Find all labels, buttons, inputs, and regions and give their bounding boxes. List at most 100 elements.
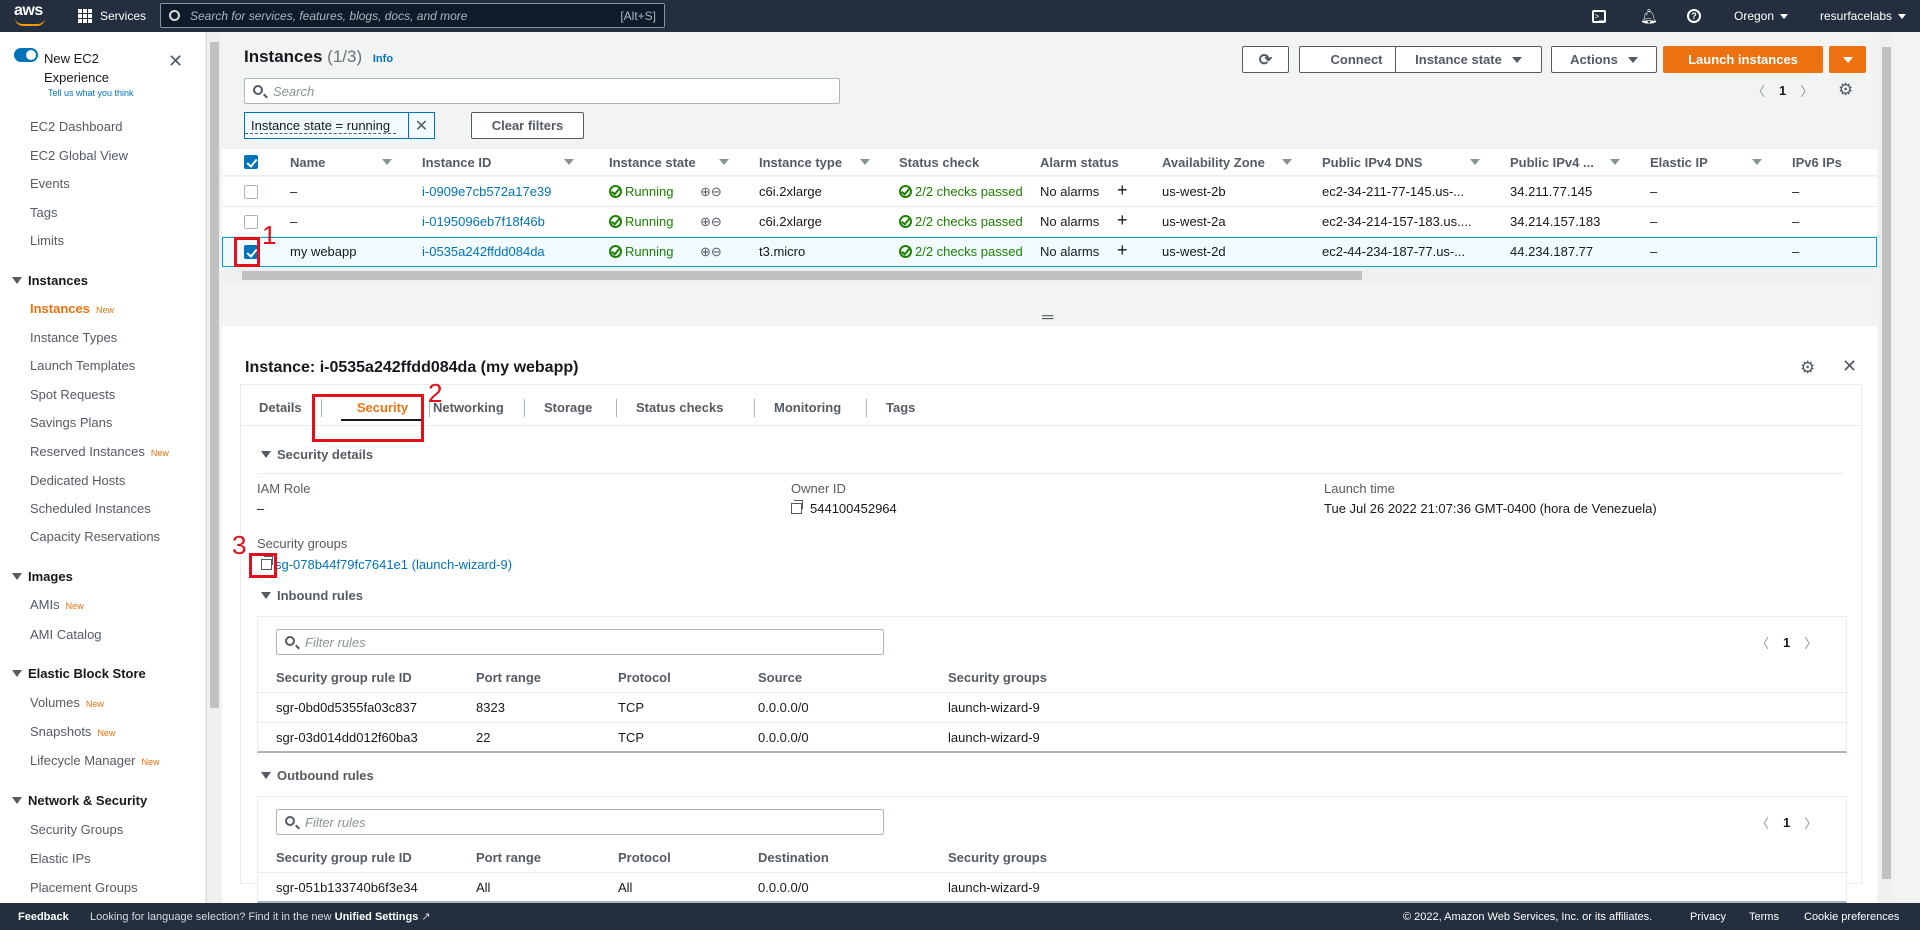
copy-icon[interactable] bbox=[791, 500, 803, 514]
chevron-right-icon[interactable]: 〉 bbox=[1800, 81, 1813, 100]
sort-icon[interactable] bbox=[1282, 159, 1292, 165]
close-icon[interactable]: ✕ bbox=[168, 52, 183, 70]
col-rule-id[interactable]: Security group rule ID bbox=[276, 670, 412, 685]
inbound-rules-section[interactable]: Inbound rules bbox=[261, 588, 363, 603]
help-icon[interactable]: ? bbox=[1687, 0, 1701, 32]
feedback-link[interactable]: Tell us what you think bbox=[48, 88, 134, 98]
account-menu[interactable]: resurfacelabs bbox=[1820, 0, 1907, 32]
instance-state-button[interactable]: Instance state bbox=[1395, 46, 1542, 73]
sort-icon[interactable] bbox=[564, 159, 574, 165]
row-checkbox[interactable] bbox=[244, 215, 258, 229]
col-name[interactable]: Name bbox=[290, 155, 325, 170]
sort-icon[interactable] bbox=[1610, 159, 1620, 165]
sidebar-item-ec2-global-view[interactable]: EC2 Global View bbox=[30, 148, 128, 163]
tab-networking[interactable]: Networking bbox=[433, 400, 504, 415]
table-horizontal-scrollbar[interactable] bbox=[222, 268, 1877, 283]
add-alarm-icon[interactable]: + bbox=[1117, 240, 1128, 261]
launch-dropdown-button[interactable] bbox=[1829, 46, 1866, 73]
col-public-dns[interactable]: Public IPv4 DNS bbox=[1322, 155, 1422, 170]
add-alarm-icon[interactable]: + bbox=[1117, 180, 1128, 201]
page-number[interactable]: 1 bbox=[1779, 83, 1786, 98]
outbound-filter-input[interactable]: Filter rules bbox=[276, 809, 884, 835]
col-instance-id[interactable]: Instance ID bbox=[422, 155, 491, 170]
sidebar-item-volumes[interactable]: Volumes New bbox=[30, 695, 104, 710]
bell-icon[interactable]: 🔔︎ bbox=[1640, 0, 1658, 32]
refresh-button[interactable]: ⟳ bbox=[1242, 46, 1289, 73]
outbound-rules-section[interactable]: Outbound rules bbox=[261, 768, 374, 783]
sidebar-section-ebs[interactable]: Elastic Block Store bbox=[12, 666, 146, 681]
filter-chip[interactable]: Instance state = running ✕ bbox=[244, 112, 435, 139]
chevron-left-icon[interactable]: 〈 bbox=[1756, 813, 1769, 832]
cookie-preferences-link[interactable]: Cookie preferences bbox=[1804, 911, 1899, 923]
sidebar-item-lifecycle-manager[interactable]: Lifecycle Manager New bbox=[30, 753, 160, 768]
sort-icon[interactable] bbox=[1752, 159, 1762, 165]
sidebar-item-ami-catalog[interactable]: AMI Catalog bbox=[30, 627, 102, 642]
col-port-range[interactable]: Port range bbox=[476, 850, 541, 865]
col-availability-zone[interactable]: Availability Zone bbox=[1162, 155, 1265, 170]
chevron-left-icon[interactable]: 〈 bbox=[1756, 633, 1769, 652]
tab-tags[interactable]: Tags bbox=[886, 400, 915, 415]
scrollbar-thumb[interactable] bbox=[1882, 47, 1891, 879]
col-security-groups[interactable]: Security groups bbox=[948, 850, 1047, 865]
drag-handle-icon[interactable]: ═ bbox=[1042, 310, 1053, 326]
table-row[interactable]: – i-0909e7cb572a17e39 Running ⊕⊖ c6i.2xl… bbox=[222, 177, 1877, 207]
sidebar-item-reserved-instances[interactable]: Reserved Instances New bbox=[30, 444, 169, 459]
aws-logo[interactable]: aws bbox=[14, 3, 50, 29]
col-source[interactable]: Source bbox=[758, 670, 802, 685]
instance-id-link[interactable]: i-0535a242ffdd084da bbox=[422, 244, 545, 259]
instance-id-link[interactable]: i-0195096eb7f18f46b bbox=[422, 214, 545, 229]
unified-settings-link[interactable]: Unified Settings bbox=[335, 911, 419, 923]
sidebar-item-tags[interactable]: Tags bbox=[30, 205, 57, 220]
sidebar-section-instances[interactable]: Instances bbox=[12, 273, 88, 288]
sidebar-item-capacity-reservations[interactable]: Capacity Reservations bbox=[30, 529, 160, 544]
scrollbar-thumb[interactable] bbox=[210, 42, 219, 708]
col-security-groups[interactable]: Security groups bbox=[948, 670, 1047, 685]
row-checkbox[interactable] bbox=[244, 185, 258, 199]
add-alarm-icon[interactable]: + bbox=[1117, 210, 1128, 231]
scrollbar-thumb[interactable] bbox=[242, 271, 1362, 280]
col-destination[interactable]: Destination bbox=[758, 850, 829, 865]
close-panel-icon[interactable]: ✕ bbox=[1842, 356, 1857, 377]
preferences-gear-icon[interactable]: ⚙︎ bbox=[1838, 81, 1853, 98]
sidebar-item-scheduled-instances[interactable]: Scheduled Instances bbox=[30, 501, 151, 516]
sidebar-item-launch-templates[interactable]: Launch Templates bbox=[30, 358, 135, 373]
sidebar-item-security-groups[interactable]: Security Groups bbox=[30, 822, 123, 837]
sidebar-section-images[interactable]: Images bbox=[12, 569, 73, 584]
sidebar-item-placement-groups[interactable]: Placement Groups bbox=[30, 880, 138, 895]
col-rule-id[interactable]: Security group rule ID bbox=[276, 850, 412, 865]
clear-filters-button[interactable]: Clear filters bbox=[471, 112, 584, 139]
chevron-right-icon[interactable]: 〉 bbox=[1804, 633, 1817, 652]
col-protocol[interactable]: Protocol bbox=[618, 850, 671, 865]
settings-gear-icon[interactable]: ⚙︎ bbox=[1800, 358, 1815, 378]
col-protocol[interactable]: Protocol bbox=[618, 670, 671, 685]
instance-id-link[interactable]: i-0909e7cb572a17e39 bbox=[422, 184, 551, 199]
col-instance-state[interactable]: Instance state bbox=[609, 155, 696, 170]
tab-monitoring[interactable]: Monitoring bbox=[774, 400, 841, 415]
sort-icon[interactable] bbox=[1470, 159, 1480, 165]
security-group-link[interactable]: sg-078b44f79fc7641e1 (launch-wizard-9) bbox=[275, 557, 512, 572]
page-number[interactable]: 1 bbox=[1783, 815, 1790, 830]
col-alarm-status[interactable]: Alarm status bbox=[1040, 155, 1119, 170]
page-number[interactable]: 1 bbox=[1783, 635, 1790, 650]
chevron-left-icon[interactable]: 〈 bbox=[1752, 81, 1765, 100]
sidebar-item-amis[interactable]: AMIs New bbox=[30, 597, 84, 612]
privacy-link[interactable]: Privacy bbox=[1690, 911, 1726, 923]
col-status-check[interactable]: Status check bbox=[899, 155, 979, 170]
sidebar-item-dedicated-hosts[interactable]: Dedicated Hosts bbox=[30, 473, 125, 488]
region-selector[interactable]: Oregon bbox=[1734, 0, 1789, 32]
col-port-range[interactable]: Port range bbox=[476, 670, 541, 685]
zoom-icons[interactable]: ⊕⊖ bbox=[700, 244, 722, 260]
sort-icon[interactable] bbox=[860, 159, 870, 165]
sidebar-item-limits[interactable]: Limits bbox=[30, 233, 64, 248]
sidebar-section-network[interactable]: Network & Security bbox=[12, 793, 147, 808]
sidebar-scrollbar[interactable] bbox=[206, 32, 221, 903]
feedback-link[interactable]: Feedback bbox=[18, 911, 69, 923]
chevron-right-icon[interactable]: 〉 bbox=[1804, 813, 1817, 832]
table-row[interactable]: – i-0195096eb7f18f46b Running ⊕⊖ c6i.2xl… bbox=[222, 207, 1877, 237]
select-all-checkbox[interactable] bbox=[244, 155, 258, 169]
sidebar-item-instance-types[interactable]: Instance Types bbox=[30, 330, 117, 345]
col-instance-type[interactable]: Instance type bbox=[759, 155, 842, 170]
sidebar-item-spot-requests[interactable]: Spot Requests bbox=[30, 387, 115, 402]
actions-button[interactable]: Actions bbox=[1551, 46, 1657, 73]
tab-storage[interactable]: Storage bbox=[544, 400, 592, 415]
